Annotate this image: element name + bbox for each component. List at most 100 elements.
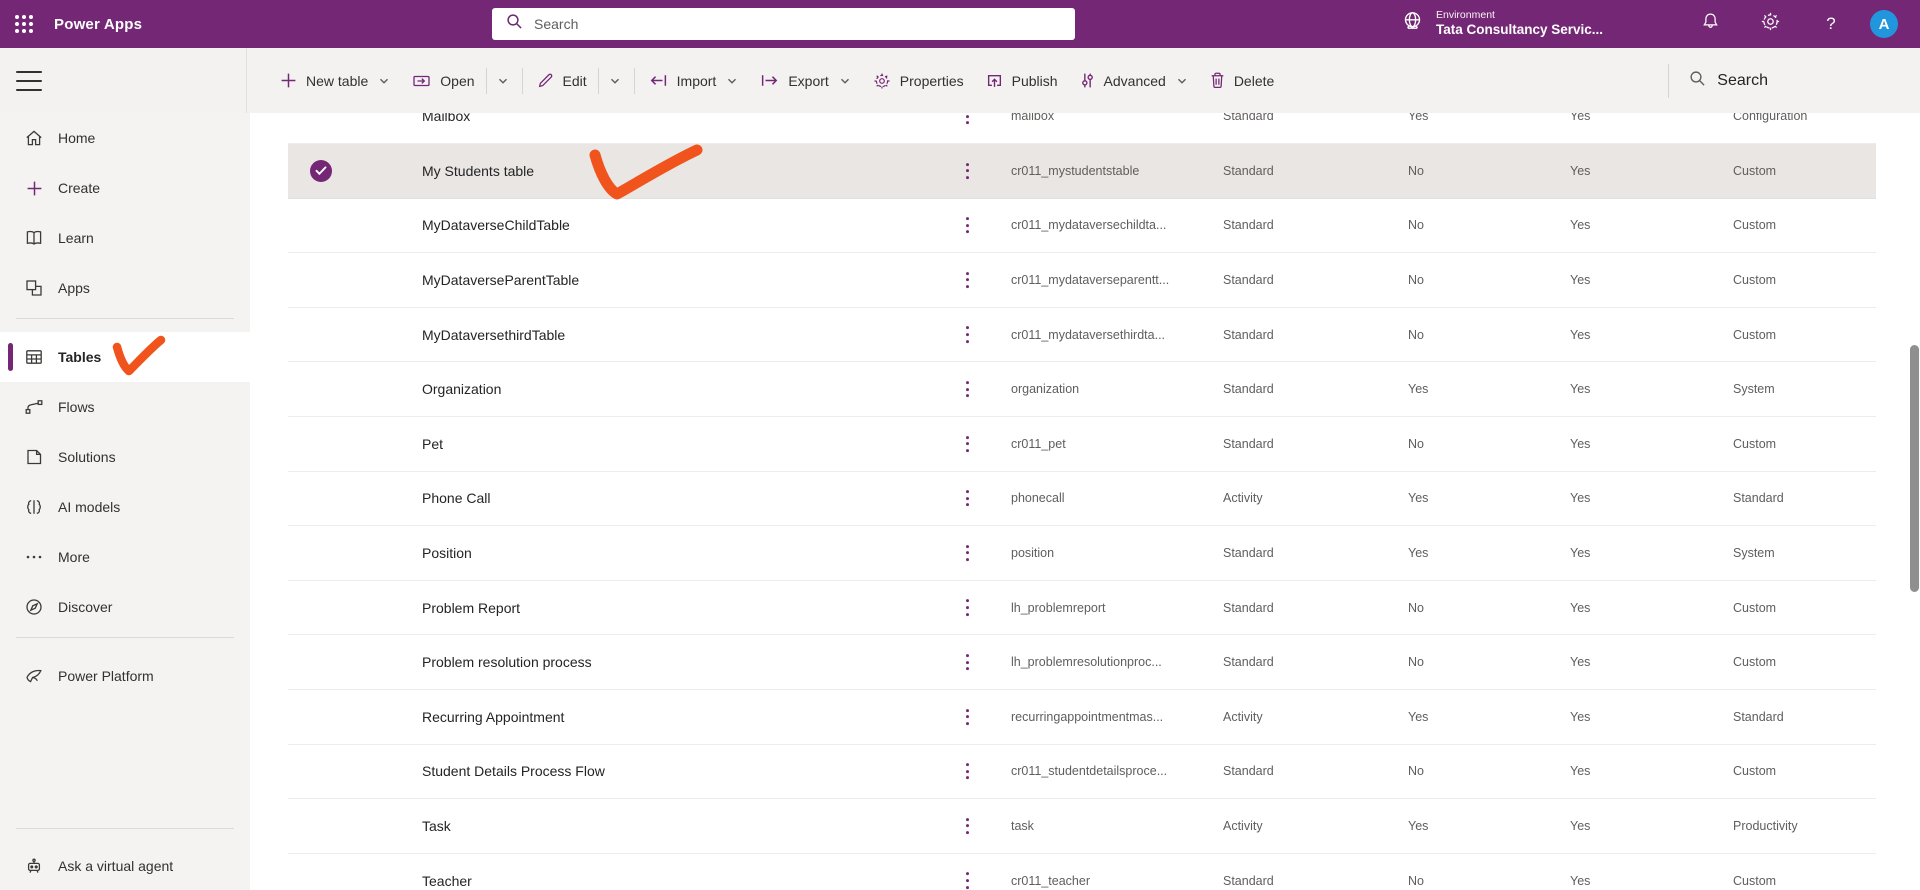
managed-cell: Yes bbox=[1408, 545, 1429, 560]
row-menu-kebab-icon[interactable] bbox=[961, 266, 974, 294]
row-menu-kebab-icon[interactable] bbox=[961, 321, 974, 349]
chevron-down-icon bbox=[377, 75, 390, 87]
sidebar-item-tables[interactable]: Tables bbox=[0, 332, 250, 382]
sidebar-item-ask-a-virtual-agent[interactable]: Ask a virtual agent bbox=[0, 842, 250, 890]
row-menu-kebab-icon[interactable] bbox=[961, 157, 974, 185]
properties-gear-icon bbox=[873, 72, 891, 90]
sidebar-item-flows[interactable]: Flows bbox=[0, 382, 250, 432]
logical-name-cell: cr011_mystudentstable bbox=[1011, 163, 1140, 178]
sidebar-item-label: Solutions bbox=[58, 449, 116, 465]
table-row-mydataversethirdtable[interactable]: MyDataversethirdTable cr011_mydataverseth… bbox=[288, 308, 1876, 363]
open-dropdown-chevron-icon[interactable] bbox=[487, 60, 519, 102]
grid-search-button[interactable]: Search bbox=[1668, 48, 1768, 113]
row-menu-kebab-icon[interactable] bbox=[961, 594, 974, 622]
row-menu-kebab-icon[interactable] bbox=[961, 484, 974, 512]
row-menu-kebab-icon[interactable] bbox=[961, 375, 974, 403]
table-row-phone-call[interactable]: Phone Call phonecall Activity Yes Yes Standar… bbox=[288, 472, 1876, 527]
environment-picker[interactable]: Environment Tata Consultancy Servic... bbox=[1400, 0, 1603, 48]
sidebar-item-more[interactable]: More bbox=[0, 532, 250, 582]
type-cell: Standard bbox=[1223, 873, 1274, 888]
open-button[interactable]: Open bbox=[401, 60, 485, 102]
row-menu-kebab-icon[interactable] bbox=[961, 812, 974, 840]
sidebar-item-power-platform[interactable]: Power Platform bbox=[0, 651, 250, 701]
selected-row-checkbox[interactable] bbox=[310, 159, 332, 182]
managed-cell: Yes bbox=[1408, 491, 1429, 506]
type-cell: Standard bbox=[1223, 163, 1274, 178]
notifications-button[interactable] bbox=[1690, 0, 1730, 48]
publish-button[interactable]: Publish bbox=[975, 60, 1069, 102]
table-row-mydataverseparenttable[interactable]: MyDataverseParentTable cr011_mydataversep… bbox=[288, 253, 1876, 308]
plus-icon bbox=[24, 178, 44, 198]
customizable-cell: Yes bbox=[1570, 709, 1591, 724]
sidebar-item-home[interactable]: Home bbox=[0, 113, 250, 163]
chevron-down-icon bbox=[725, 75, 738, 87]
delete-button[interactable]: Delete bbox=[1199, 60, 1285, 102]
search-icon bbox=[506, 13, 523, 35]
customizable-cell: Yes bbox=[1570, 655, 1591, 670]
row-menu-kebab-icon[interactable] bbox=[961, 539, 974, 567]
row-menu-kebab-icon[interactable] bbox=[961, 703, 974, 731]
advanced-button[interactable]: Advanced bbox=[1069, 60, 1199, 102]
table-row-student-details-process-flow[interactable]: Student Details Process Flow cr011_studen… bbox=[288, 745, 1876, 800]
sidebar-item-learn[interactable]: Learn bbox=[0, 213, 250, 263]
managed-cell: No bbox=[1408, 436, 1424, 451]
table-name-cell: My Students table bbox=[422, 162, 535, 179]
table-row-my-students-table[interactable]: My Students table cr011_mystudentstable St… bbox=[288, 144, 1876, 199]
customizable-cell: Yes bbox=[1570, 818, 1591, 833]
sidebar-item-discover[interactable]: Discover bbox=[0, 582, 250, 632]
bell-icon bbox=[1700, 11, 1721, 37]
waffle-menu-icon[interactable] bbox=[0, 0, 48, 48]
table-row-mydataversechildtable[interactable]: MyDataverseChildTable cr011_mydataversech… bbox=[288, 199, 1876, 254]
type-cell: Standard bbox=[1223, 600, 1274, 615]
edit-button[interactable]: Edit bbox=[526, 60, 598, 102]
row-menu-kebab-icon[interactable] bbox=[961, 113, 974, 130]
grid-search-label: Search bbox=[1717, 71, 1768, 89]
sidebar-item-ai-models[interactable]: AI models bbox=[0, 482, 250, 532]
delete-trash-icon bbox=[1210, 72, 1225, 89]
managed-cell: No bbox=[1408, 655, 1424, 670]
row-menu-kebab-icon[interactable] bbox=[961, 430, 974, 458]
table-row-teacher[interactable]: Teacher cr011_teacher Standard No Yes Custom bbox=[288, 854, 1876, 890]
table-row-task[interactable]: Task task Activity Yes Yes Productivity bbox=[288, 799, 1876, 854]
table-row-mailbox[interactable]: Mailbox mailbox Standard Yes Yes Configuratio… bbox=[288, 113, 1876, 144]
settings-button[interactable] bbox=[1750, 0, 1790, 48]
customizable-cell: Yes bbox=[1570, 113, 1591, 124]
table-row-recurring-appointment[interactable]: Recurring Appointment recurringappointmen… bbox=[288, 690, 1876, 745]
avatar[interactable]: A bbox=[1870, 10, 1898, 38]
power-apps-window: Power Apps Search Environment Tata Consu… bbox=[0, 0, 1920, 890]
new-table-button[interactable]: New table bbox=[269, 60, 401, 102]
row-menu-kebab-icon[interactable] bbox=[961, 212, 974, 240]
table-row-pet[interactable]: Pet cr011_pet Standard No Yes Custom bbox=[288, 417, 1876, 472]
hamburger-menu-icon[interactable] bbox=[16, 70, 42, 91]
edit-dropdown-chevron-icon[interactable] bbox=[599, 60, 631, 102]
row-menu-kebab-icon[interactable] bbox=[961, 867, 974, 890]
table-row-problem-report[interactable]: Problem Report lh_problemreport Standard No… bbox=[288, 581, 1876, 636]
type-cell: Standard bbox=[1223, 272, 1274, 287]
vertical-scrollbar-thumb[interactable] bbox=[1910, 345, 1919, 592]
table-row-problem-resolution-process[interactable]: Problem resolution process lh_problemreso… bbox=[288, 635, 1876, 690]
chevron-down-icon bbox=[838, 75, 851, 87]
table-row-position[interactable]: Position position Standard Yes Yes System bbox=[288, 526, 1876, 581]
table-name-cell: Pet bbox=[422, 435, 444, 452]
plus-icon bbox=[280, 72, 297, 89]
managed-cell: No bbox=[1408, 764, 1424, 779]
toolbar-button-label: Publish bbox=[1011, 72, 1058, 89]
managed-cell: No bbox=[1408, 272, 1424, 287]
logical-name-cell: cr011_studentdetailsproce... bbox=[1011, 764, 1168, 779]
sidebar-item-create[interactable]: Create bbox=[0, 163, 250, 213]
type-cell: Activity bbox=[1223, 491, 1263, 506]
toolbar-divider bbox=[521, 67, 523, 94]
export-button[interactable]: Export bbox=[749, 60, 861, 102]
table-row-organization[interactable]: Organization organization Standard Yes Yes Sy… bbox=[288, 362, 1876, 417]
row-menu-kebab-icon[interactable] bbox=[961, 757, 974, 785]
type-cell: Standard bbox=[1223, 436, 1274, 451]
command-bar-row: New table Open Edit Import Export Properties P… bbox=[0, 48, 1920, 113]
sidebar-item-solutions[interactable]: Solutions bbox=[0, 432, 250, 482]
row-menu-kebab-icon[interactable] bbox=[961, 648, 974, 676]
import-button[interactable]: Import bbox=[638, 60, 750, 102]
properties-button[interactable]: Properties bbox=[862, 60, 975, 102]
sidebar-item-label: More bbox=[58, 549, 90, 565]
sidebar-item-apps[interactable]: Apps bbox=[0, 263, 250, 313]
global-search-input[interactable]: Search bbox=[492, 8, 1075, 40]
help-button[interactable]: ? bbox=[1811, 0, 1851, 48]
